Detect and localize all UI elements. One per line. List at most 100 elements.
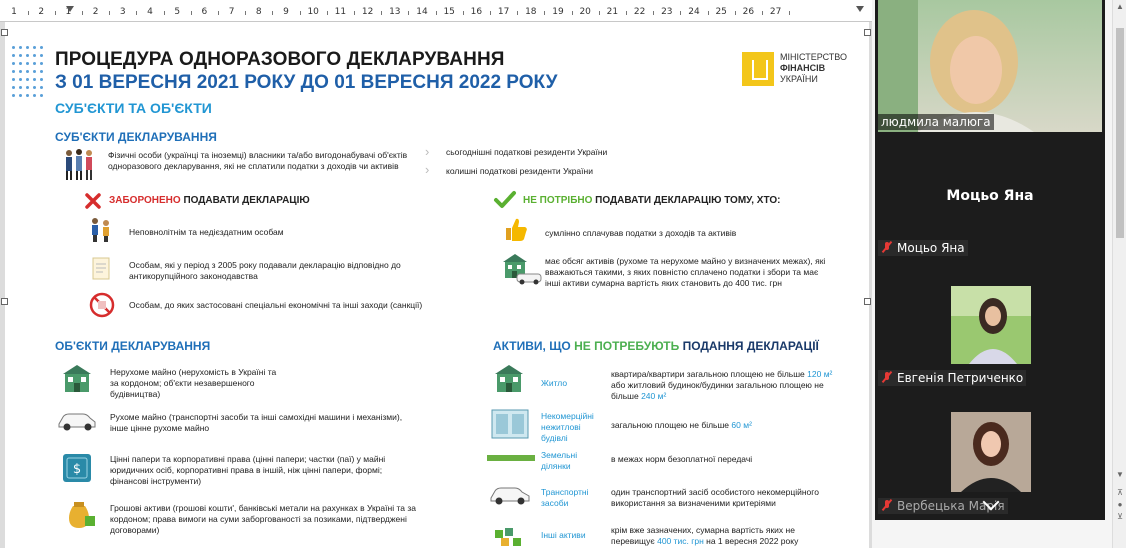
asset-text-vehicle: один транспортний засіб особистого неком…	[611, 487, 819, 508]
ruler-tick	[734, 11, 736, 15]
ruler-number: 14	[416, 7, 428, 17]
vehicle-icon	[490, 487, 530, 505]
resize-handle[interactable]	[864, 298, 871, 305]
forbidden-heading: ЗАБОРОНЕНО ПОДАВАТИ ДЕКЛАРАЦІЮ	[109, 195, 310, 206]
dot	[12, 54, 15, 57]
logo-text: МІНІСТЕРСТВО ФІНАНСІВ УКРАЇНИ	[780, 52, 847, 85]
participant-avatar	[951, 412, 1031, 492]
ruler-number: 27	[769, 7, 782, 17]
dot	[40, 46, 43, 49]
building-icon	[63, 365, 91, 392]
ruler-tick	[544, 11, 546, 15]
ruler-tick	[789, 11, 791, 15]
select-browse-icon[interactable]: ●	[1115, 500, 1125, 509]
objects-heading: ОБ'ЄКТИ ДЕКЛАРУВАННЯ	[55, 339, 211, 353]
ruler-number: 7	[228, 7, 235, 17]
ruler-tick	[163, 11, 165, 15]
participants-panel: людмила малюга Моцьо Яна Моцьо Яна Евген…	[875, 0, 1105, 520]
dot	[12, 46, 15, 49]
assets-heading-green: НЕ ПОТРЕБУЮТЬ	[574, 339, 680, 353]
resize-handle[interactable]	[1, 298, 8, 305]
ruler-tick	[190, 11, 192, 15]
dot	[26, 94, 29, 97]
ruler-tick	[517, 11, 519, 15]
scrollbar-thumb[interactable]	[1116, 28, 1124, 238]
objects-item-4: Грошові активи (грошові кошти', банківсь…	[110, 503, 416, 535]
page-down-icon[interactable]: ⊻	[1115, 512, 1125, 521]
ruler-tick	[54, 11, 56, 15]
ruler-number: 19	[552, 7, 564, 17]
participants-sidebar: людмила малюга Моцьо Яна Моцьо Яна Евген…	[872, 0, 1126, 548]
participant-name-text: Евгенія Петриченко	[897, 371, 1024, 385]
ruler-number: 26	[742, 7, 755, 17]
ruler-number: 15	[443, 7, 455, 17]
not-required-item-2: має обсяг активів (рухоме та нерухоме ма…	[545, 256, 826, 288]
ruler-number: 16	[470, 7, 483, 17]
assets-heading-a: АКТИВИ, ЩО	[493, 339, 575, 353]
not-required-heading-green: НЕ ПОТРІБНО	[523, 195, 593, 206]
ruler-number: 5	[174, 7, 181, 17]
ruler-number: 23	[661, 7, 673, 17]
participant-name: Евгенія Петриченко	[878, 370, 1027, 386]
asset-label-other: Інші активи	[541, 530, 586, 540]
dot	[40, 62, 43, 65]
ruler-tick	[27, 11, 29, 15]
objects-item-1: Нерухоме майно (нерухомість в Україні та…	[110, 367, 277, 399]
dot	[26, 70, 29, 73]
ruler-number: 25	[715, 7, 727, 17]
participant-tile[interactable]: людмила малюга	[875, 0, 1105, 134]
asset-text-housing: квартира/квартири загальною площею не бі…	[611, 369, 836, 402]
asset-label-nonresidential: Некомерційні нежитлові будівлі	[541, 411, 594, 443]
subjects-heading: СУБ'ЄКТИ ДЕКЛАРУВАННЯ	[55, 130, 217, 144]
ruler-number: 1	[11, 7, 17, 17]
ruler-tick	[653, 11, 655, 15]
resize-handle[interactable]	[864, 29, 871, 36]
ruler-number: 3	[119, 7, 126, 17]
securities-icon: $	[63, 454, 91, 482]
ruler-number: 24	[688, 7, 700, 17]
ruler-tick	[626, 11, 627, 15]
decorative-dots	[12, 46, 52, 106]
indent-marker[interactable]	[856, 6, 864, 12]
other-assets-icon	[495, 528, 521, 546]
asset-label-housing: Житло	[541, 378, 568, 388]
app-window: 1 2 1 2 3 4 5 6 7 8 9 10 11 12 13 14 15 16 17 18 19 20 21 22 23 2…	[0, 0, 1126, 548]
ruler-tick	[707, 11, 709, 15]
page-title-dates: З 01 ВЕРЕСНЯ 2021 РОКУ ДО 01 ВЕРЕСНЯ 202…	[55, 72, 558, 93]
ruler-number: 6	[201, 7, 208, 17]
ruler-track: 1 2 1 2 3 4 5 6 7 8 9 10 11 12 13 14 15 16 17 18 19 20 21 22 23 2…	[0, 0, 872, 22]
dot	[40, 70, 43, 73]
page-up-icon[interactable]: ⊼	[1115, 488, 1125, 497]
dot	[12, 94, 15, 97]
document-area[interactable]: ПРОЦЕДУРА ОДНОРАЗОВОГО ДЕКЛАРУВАННЯ З 01…	[0, 22, 872, 548]
dot	[40, 54, 43, 57]
chevron-right-icon: ›	[425, 162, 430, 177]
scroll-down-icon[interactable]: ▼	[1115, 470, 1125, 479]
resize-handle[interactable]	[1, 29, 8, 36]
family-icon	[92, 218, 109, 242]
ruler-tick	[381, 11, 383, 15]
thumbs-up-icon	[506, 218, 527, 241]
indent-marker[interactable]	[66, 6, 74, 12]
asset-text-a: загальною площею не більше	[611, 420, 732, 430]
participant-name: людмила малюга	[878, 114, 994, 130]
chevron-right-icon: ›	[425, 144, 430, 159]
participant-tile[interactable]: Евгенія Петриченко	[875, 264, 1105, 394]
vertical-scrollbar[interactable]: ▲ ▼ ⊼ ● ⊻	[1112, 0, 1126, 548]
not-required-heading: НЕ ПОТРІБНО ПОДАВАТИ ДЕКЛАРАЦІЮ ТОМУ, ХТ…	[523, 195, 780, 206]
participant-tile[interactable]: Моцьо Яна Моцьо Яна	[875, 134, 1105, 264]
not-required-item-1: сумлінно сплачував податки з доходів та …	[545, 228, 737, 238]
dot	[26, 78, 29, 81]
scroll-up-icon[interactable]: ▲	[1115, 2, 1125, 11]
trident-icon	[742, 52, 774, 86]
horizontal-ruler[interactable]: 1 2 1 2 3 4 5 6 7 8 9 10 11 12 13 14 15 16 17 18 19 20 21 22 23 2…	[0, 0, 872, 22]
dot	[40, 86, 43, 89]
sanction-icon	[89, 292, 115, 318]
dot	[26, 46, 29, 49]
svg-text:$: $	[73, 462, 81, 477]
ruler-tick	[299, 11, 301, 15]
asset-highlight: 400 тис. грн	[657, 536, 704, 546]
ruler-number: 17	[497, 7, 510, 17]
dot	[19, 62, 22, 65]
ruler-number: 10	[307, 7, 319, 17]
